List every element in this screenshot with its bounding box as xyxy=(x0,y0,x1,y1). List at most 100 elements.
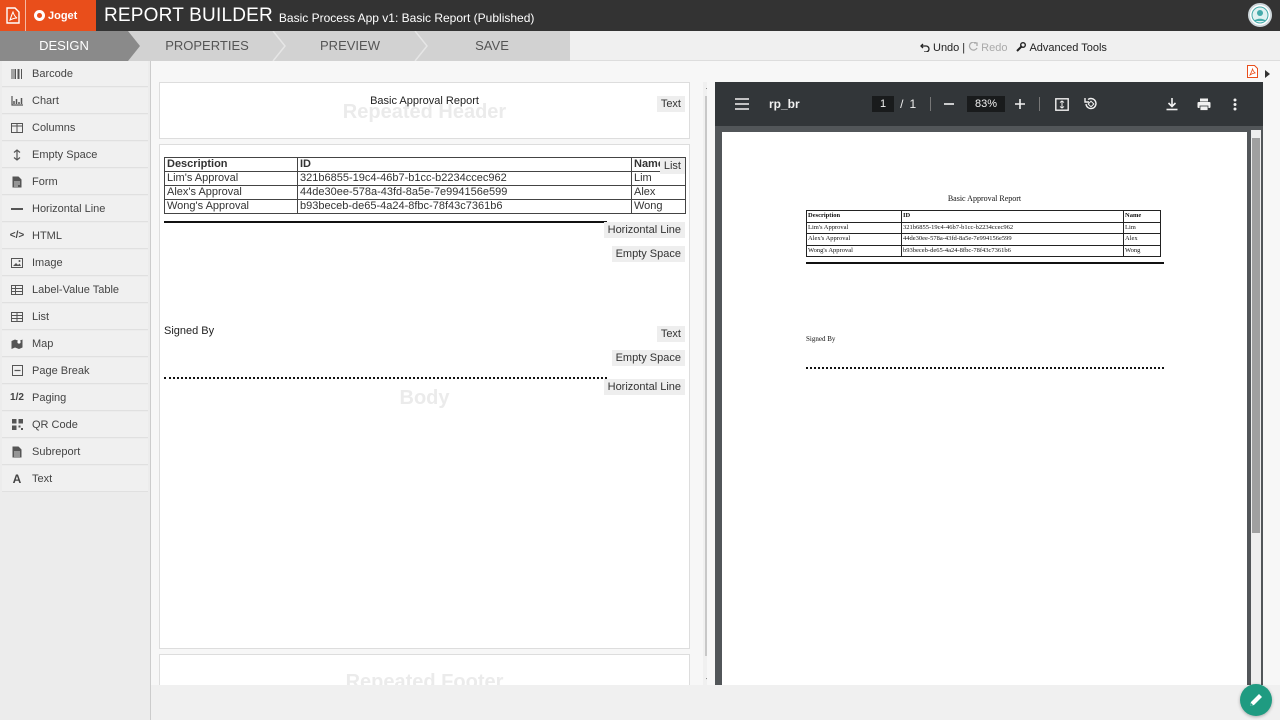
page-number-input[interactable]: 1 xyxy=(872,96,895,112)
more-options-icon[interactable] xyxy=(1233,82,1237,126)
palette-item-list[interactable]: List xyxy=(2,304,148,330)
table-cell: b93beceb-de65-4a24-8fbc-78f43c7361b6 xyxy=(901,244,1124,257)
table-cell: Wong's Approval xyxy=(806,244,902,257)
palette-label: QR Code xyxy=(32,418,78,431)
horizontal-line-tag[interactable]: Horizontal Line xyxy=(603,379,685,395)
scrollbar-thumb[interactable] xyxy=(1252,138,1260,533)
top-bar: Joget REPORT BUILDER Basic Process App v… xyxy=(0,0,1280,31)
body-section[interactable]: Body Description ID Name Lim's Approval … xyxy=(159,144,690,649)
expand-arrow-icon[interactable] xyxy=(1265,70,1270,78)
palette-label: Columns xyxy=(32,121,76,134)
joget-logo-icon xyxy=(34,10,45,21)
palette-item-paging[interactable]: 1/2 Paging xyxy=(2,385,148,411)
undo-button[interactable]: Undo xyxy=(933,42,959,54)
step-save[interactable]: SAVE xyxy=(432,31,552,61)
step-design[interactable]: DESIGN xyxy=(0,31,128,61)
palette-label: Horizontal Line xyxy=(32,202,106,215)
palette-item-chart[interactable]: Chart xyxy=(2,88,148,114)
undo-icon xyxy=(920,42,930,55)
step-arrow xyxy=(128,31,140,61)
code-icon: </> xyxy=(9,230,25,241)
horizontal-line-solid[interactable] xyxy=(164,221,607,223)
step-preview[interactable]: PREVIEW xyxy=(290,31,410,61)
text-icon: A xyxy=(12,471,22,486)
toolbar-divider xyxy=(930,97,931,111)
palette-item-columns[interactable]: Columns xyxy=(2,115,148,141)
qr-icon xyxy=(10,418,24,432)
palette-label: Paging xyxy=(32,391,67,404)
step-bar: DESIGN PROPERTIES PREVIEW SAVE Undo | Re… xyxy=(0,31,1280,61)
rotate-icon[interactable] xyxy=(1084,82,1098,126)
palette-item-subreport[interactable]: Subreport xyxy=(2,439,148,465)
design-scrollbar[interactable] xyxy=(703,82,707,685)
scroll-down-icon[interactable] xyxy=(706,678,707,682)
horizontal-line-tag[interactable]: Horizontal Line xyxy=(603,222,685,238)
palette-item-page-break[interactable]: Page Break xyxy=(2,358,148,384)
fit-page-icon[interactable] xyxy=(1055,82,1069,126)
print-icon[interactable] xyxy=(1197,82,1211,126)
scrollbar-thumb[interactable] xyxy=(705,96,707,656)
edit-button[interactable] xyxy=(1240,684,1272,716)
table-cell: Lim's Approval xyxy=(806,221,902,234)
palette-item-map[interactable]: Map xyxy=(2,331,148,357)
horizontal-line-dotted[interactable] xyxy=(164,377,607,379)
zoom-input[interactable]: 83% xyxy=(967,96,1006,112)
menu-icon[interactable] xyxy=(735,82,749,126)
zoom-in-icon[interactable] xyxy=(1015,82,1025,126)
app-title: REPORT BUILDER xyxy=(104,4,273,26)
palette-item-label-value-table[interactable]: Label-Value Table xyxy=(2,277,148,303)
zoom-out-icon[interactable] xyxy=(944,82,954,126)
zoom-level: 83% xyxy=(967,82,1006,126)
palette-label: Empty Space xyxy=(32,148,98,161)
table-cell: 321b6855-19c4-46b7-b1cc-b2234ccec962 xyxy=(901,221,1124,234)
palette-item-text[interactable]: A Text xyxy=(2,466,148,492)
palette-item-image[interactable]: Image xyxy=(2,250,148,276)
table-icon xyxy=(10,283,24,297)
chart-icon xyxy=(10,94,24,108)
repeated-header-section[interactable]: Repeated Header Basic Approval Report Te… xyxy=(159,82,690,139)
pdf-export-icon[interactable] xyxy=(1247,65,1258,78)
paging-icon: 1/2 xyxy=(10,392,24,403)
palette-label: Form xyxy=(32,175,58,188)
step-properties[interactable]: PROPERTIES xyxy=(146,31,268,61)
text-element-tag[interactable]: Text xyxy=(656,96,685,112)
empty-space-tag[interactable]: Empty Space xyxy=(611,350,685,366)
palette-item-barcode[interactable]: Barcode xyxy=(2,61,148,87)
signed-by-text[interactable]: Signed By xyxy=(164,325,214,337)
palette-label: Barcode xyxy=(32,67,73,80)
download-icon[interactable] xyxy=(1166,82,1178,126)
pdf-page: Basic Approval Report Description ID Nam… xyxy=(722,132,1247,685)
table-cell: Lim's Approval xyxy=(164,171,298,186)
list-table[interactable]: Description ID Name Lim's Approval 321b6… xyxy=(164,157,686,214)
pdf-preview-viewer: rp_br 1 / 1 83% Basic Approval Report De… xyxy=(715,82,1263,685)
column-header: ID xyxy=(901,210,1124,223)
palette-item-horizontal-line[interactable]: Horizontal Line xyxy=(2,196,148,222)
wrench-icon xyxy=(1016,41,1027,55)
palette-item-html[interactable]: </> HTML xyxy=(2,223,148,249)
joget-logo-text: Joget xyxy=(48,9,78,22)
scroll-up-icon[interactable] xyxy=(706,85,707,89)
document-name: rp_br xyxy=(769,97,800,111)
header-text-element[interactable]: Basic Approval Report xyxy=(160,95,689,107)
table-cell: Wong's Approval xyxy=(164,199,298,214)
toolbar-separator: | xyxy=(962,42,966,54)
viewer-scrollbar[interactable] xyxy=(1251,130,1261,685)
barcode-icon xyxy=(10,67,24,81)
palette-item-form[interactable]: Form xyxy=(2,169,148,195)
avatar[interactable] xyxy=(1248,3,1272,27)
pdf-list-table: Description ID Name Lim's Approval 321b6… xyxy=(806,210,1161,257)
repeated-footer-section[interactable]: Repeated Footer xyxy=(159,654,690,685)
palette-item-qr-code[interactable]: QR Code xyxy=(2,412,148,438)
list-element-tag[interactable]: List xyxy=(659,158,685,174)
step-separator xyxy=(272,31,286,61)
text-element-tag[interactable]: Text xyxy=(656,326,685,342)
step-separator xyxy=(414,31,428,61)
advanced-tools-button[interactable]: Advanced Tools xyxy=(1029,42,1106,54)
footer-watermark: Repeated Footer xyxy=(345,671,504,685)
table-cell: Alex's Approval xyxy=(164,185,298,200)
column-header: Description xyxy=(806,210,902,223)
page-break-icon xyxy=(10,364,24,378)
palette-item-empty-space[interactable]: Empty Space xyxy=(2,142,148,168)
empty-space-tag[interactable]: Empty Space xyxy=(611,246,685,262)
redo-button[interactable]: Redo xyxy=(981,42,1007,54)
